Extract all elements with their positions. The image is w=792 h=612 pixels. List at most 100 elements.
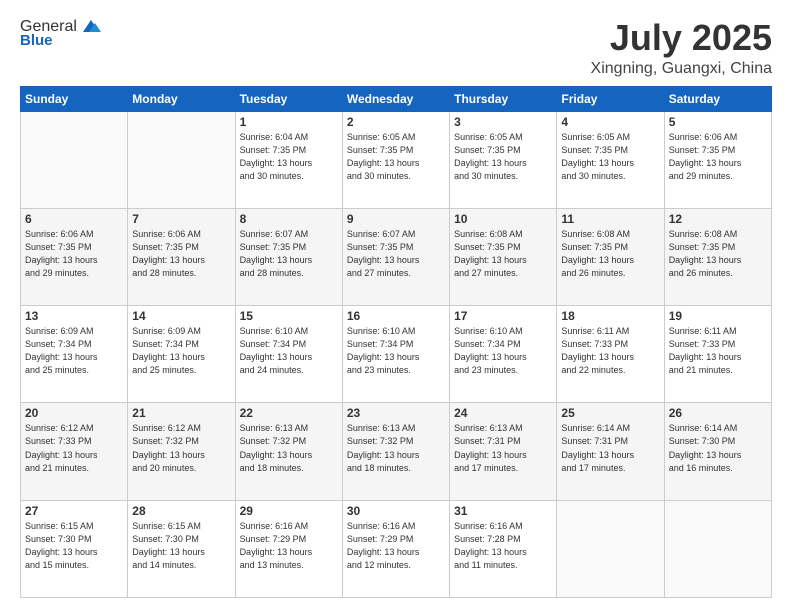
day-number: 19 (669, 309, 767, 323)
logo-blue: Blue (20, 32, 53, 49)
title-block: July 2025 Xingning, Guangxi, China (591, 18, 772, 78)
day-info: Sunrise: 6:16 AM Sunset: 7:29 PM Dayligh… (347, 520, 445, 572)
day-info: Sunrise: 6:05 AM Sunset: 7:35 PM Dayligh… (347, 131, 445, 183)
calendar-cell: 21 Sunrise: 6:12 AM Sunset: 7:32 PM Dayli… (128, 403, 235, 500)
calendar-cell: 6 Sunrise: 6:06 AM Sunset: 7:35 PM Daylig… (21, 208, 128, 305)
day-number: 26 (669, 406, 767, 420)
header: General Blue July 2025 Xingning, Guangxi… (20, 18, 772, 78)
logo-icon (79, 18, 101, 36)
calendar-cell: 11 Sunrise: 6:08 AM Sunset: 7:35 PM Dayli… (557, 208, 664, 305)
day-info: Sunrise: 6:13 AM Sunset: 7:32 PM Dayligh… (347, 422, 445, 474)
day-info: Sunrise: 6:12 AM Sunset: 7:33 PM Dayligh… (25, 422, 123, 474)
day-number: 20 (25, 406, 123, 420)
calendar-cell: 12 Sunrise: 6:08 AM Sunset: 7:35 PM Dayli… (664, 208, 771, 305)
calendar-cell: 1 Sunrise: 6:04 AM Sunset: 7:35 PM Daylig… (235, 111, 342, 208)
calendar-cell: 5 Sunrise: 6:06 AM Sunset: 7:35 PM Daylig… (664, 111, 771, 208)
day-number: 14 (132, 309, 230, 323)
calendar-cell: 28Sunrise: 6:15 AM Sunset: 7:30 PM Dayli… (128, 500, 235, 597)
calendar-cell: 25 Sunrise: 6:14 AM Sunset: 7:31 PM Dayli… (557, 403, 664, 500)
calendar-cell (21, 111, 128, 208)
day-info: Sunrise: 6:15 AM Sunset: 7:30 PM Dayligh… (132, 520, 230, 572)
weekday-header-monday: Monday (128, 86, 235, 111)
calendar-cell: 27Sunrise: 6:15 AM Sunset: 7:30 PM Dayli… (21, 500, 128, 597)
day-info: Sunrise: 6:07 AM Sunset: 7:35 PM Dayligh… (347, 228, 445, 280)
calendar-cell: 22Sunrise: 6:13 AM Sunset: 7:32 PM Dayli… (235, 403, 342, 500)
day-number: 2 (347, 115, 445, 129)
calendar-cell: 20 Sunrise: 6:12 AM Sunset: 7:33 PM Dayli… (21, 403, 128, 500)
day-number: 7 (132, 212, 230, 226)
week-row-1: 1 Sunrise: 6:04 AM Sunset: 7:35 PM Daylig… (21, 111, 772, 208)
calendar-cell: 9 Sunrise: 6:07 AM Sunset: 7:35 PM Daylig… (342, 208, 449, 305)
weekday-header-friday: Friday (557, 86, 664, 111)
day-info: Sunrise: 6:08 AM Sunset: 7:35 PM Dayligh… (561, 228, 659, 280)
day-number: 10 (454, 212, 552, 226)
week-row-4: 20 Sunrise: 6:12 AM Sunset: 7:33 PM Dayli… (21, 403, 772, 500)
calendar-cell: 10Sunrise: 6:08 AM Sunset: 7:35 PM Dayli… (450, 208, 557, 305)
calendar-cell: 8 Sunrise: 6:07 AM Sunset: 7:35 PM Daylig… (235, 208, 342, 305)
weekday-header-saturday: Saturday (664, 86, 771, 111)
calendar-cell: 18 Sunrise: 6:11 AM Sunset: 7:33 PM Dayli… (557, 306, 664, 403)
day-number: 25 (561, 406, 659, 420)
calendar-cell (128, 111, 235, 208)
day-number: 12 (669, 212, 767, 226)
day-info: Sunrise: 6:04 AM Sunset: 7:35 PM Dayligh… (240, 131, 338, 183)
weekday-header-wednesday: Wednesday (342, 86, 449, 111)
calendar-cell: 14 Sunrise: 6:09 AM Sunset: 7:34 PM Dayli… (128, 306, 235, 403)
day-info: Sunrise: 6:16 AM Sunset: 7:28 PM Dayligh… (454, 520, 552, 572)
month-title: July 2025 (591, 18, 772, 58)
day-number: 21 (132, 406, 230, 420)
calendar-cell: 3Sunrise: 6:05 AM Sunset: 7:35 PM Daylig… (450, 111, 557, 208)
day-info: Sunrise: 6:06 AM Sunset: 7:35 PM Dayligh… (669, 131, 767, 183)
day-number: 17 (454, 309, 552, 323)
day-number: 13 (25, 309, 123, 323)
day-info: Sunrise: 6:12 AM Sunset: 7:32 PM Dayligh… (132, 422, 230, 474)
day-number: 5 (669, 115, 767, 129)
calendar-cell: 2 Sunrise: 6:05 AM Sunset: 7:35 PM Daylig… (342, 111, 449, 208)
day-number: 9 (347, 212, 445, 226)
calendar-cell: 13 Sunrise: 6:09 AM Sunset: 7:34 PM Dayli… (21, 306, 128, 403)
calendar-cell: 30Sunrise: 6:16 AM Sunset: 7:29 PM Dayli… (342, 500, 449, 597)
calendar-cell: 7Sunrise: 6:06 AM Sunset: 7:35 PM Daylig… (128, 208, 235, 305)
day-info: Sunrise: 6:15 AM Sunset: 7:30 PM Dayligh… (25, 520, 123, 572)
day-info: Sunrise: 6:11 AM Sunset: 7:33 PM Dayligh… (561, 325, 659, 377)
day-number: 11 (561, 212, 659, 226)
location-title: Xingning, Guangxi, China (591, 60, 772, 78)
day-info: Sunrise: 6:08 AM Sunset: 7:35 PM Dayligh… (669, 228, 767, 280)
weekday-header-row: SundayMondayTuesdayWednesdayThursdayFrid… (21, 86, 772, 111)
day-number: 31 (454, 504, 552, 518)
logo: General Blue (20, 18, 101, 49)
day-info: Sunrise: 6:06 AM Sunset: 7:35 PM Dayligh… (25, 228, 123, 280)
calendar-cell (664, 500, 771, 597)
day-info: Sunrise: 6:09 AM Sunset: 7:34 PM Dayligh… (132, 325, 230, 377)
week-row-3: 13 Sunrise: 6:09 AM Sunset: 7:34 PM Dayli… (21, 306, 772, 403)
weekday-header-thursday: Thursday (450, 86, 557, 111)
day-info: Sunrise: 6:13 AM Sunset: 7:31 PM Dayligh… (454, 422, 552, 474)
calendar-page: General Blue July 2025 Xingning, Guangxi… (0, 0, 792, 612)
day-info: Sunrise: 6:09 AM Sunset: 7:34 PM Dayligh… (25, 325, 123, 377)
day-info: Sunrise: 6:10 AM Sunset: 7:34 PM Dayligh… (240, 325, 338, 377)
day-info: Sunrise: 6:10 AM Sunset: 7:34 PM Dayligh… (347, 325, 445, 377)
day-number: 18 (561, 309, 659, 323)
calendar-cell: 16Sunrise: 6:10 AM Sunset: 7:34 PM Dayli… (342, 306, 449, 403)
day-info: Sunrise: 6:05 AM Sunset: 7:35 PM Dayligh… (454, 131, 552, 183)
day-number: 1 (240, 115, 338, 129)
calendar-cell: 29 Sunrise: 6:16 AM Sunset: 7:29 PM Dayli… (235, 500, 342, 597)
calendar-cell: 23 Sunrise: 6:13 AM Sunset: 7:32 PM Dayli… (342, 403, 449, 500)
day-number: 29 (240, 504, 338, 518)
day-info: Sunrise: 6:16 AM Sunset: 7:29 PM Dayligh… (240, 520, 338, 572)
day-number: 15 (240, 309, 338, 323)
calendar-cell: 31 Sunrise: 6:16 AM Sunset: 7:28 PM Dayli… (450, 500, 557, 597)
day-info: Sunrise: 6:11 AM Sunset: 7:33 PM Dayligh… (669, 325, 767, 377)
calendar-cell: 15 Sunrise: 6:10 AM Sunset: 7:34 PM Dayli… (235, 306, 342, 403)
day-info: Sunrise: 6:07 AM Sunset: 7:35 PM Dayligh… (240, 228, 338, 280)
day-number: 23 (347, 406, 445, 420)
day-info: Sunrise: 6:14 AM Sunset: 7:30 PM Dayligh… (669, 422, 767, 474)
day-info: Sunrise: 6:14 AM Sunset: 7:31 PM Dayligh… (561, 422, 659, 474)
day-info: Sunrise: 6:05 AM Sunset: 7:35 PM Dayligh… (561, 131, 659, 183)
calendar-cell: 17Sunrise: 6:10 AM Sunset: 7:34 PM Dayli… (450, 306, 557, 403)
calendar-cell: 19 Sunrise: 6:11 AM Sunset: 7:33 PM Dayli… (664, 306, 771, 403)
week-row-5: 27Sunrise: 6:15 AM Sunset: 7:30 PM Dayli… (21, 500, 772, 597)
day-number: 4 (561, 115, 659, 129)
day-number: 8 (240, 212, 338, 226)
day-number: 6 (25, 212, 123, 226)
